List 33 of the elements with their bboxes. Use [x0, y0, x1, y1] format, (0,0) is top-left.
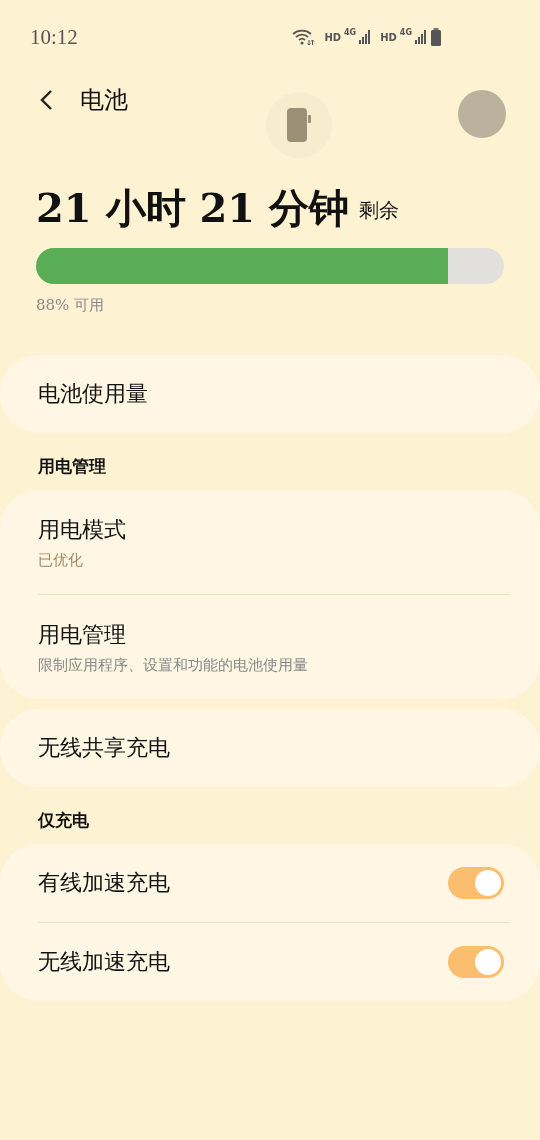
hd-label: HD — [380, 31, 397, 43]
item-title: 有线加速充电 — [38, 869, 170, 897]
settings-item[interactable]: 用电管理 限制应用程序、设置和功能的电池使用量 — [0, 595, 540, 699]
toggle-switch[interactable] — [448, 867, 504, 899]
avatar[interactable] — [458, 90, 506, 138]
signal-icon — [415, 30, 427, 44]
signal-icon — [359, 30, 372, 44]
item-title: 电池使用量 — [38, 380, 148, 408]
settings-item[interactable]: 电池使用量 — [0, 355, 540, 433]
network-type: 4G — [399, 28, 412, 37]
hd-label: HD — [324, 31, 342, 43]
settings-item[interactable]: 用电模式 已优化 — [0, 490, 540, 594]
section-heading: 用电管理 — [37, 455, 107, 478]
page-title: 电池 — [80, 85, 128, 116]
remaining-time: 21 小时 21 分钟 — [36, 186, 350, 230]
settings-item[interactable]: 无线共享充电 — [0, 709, 540, 787]
item-subtitle: 已优化 — [38, 550, 84, 570]
wifi-icon — [291, 28, 316, 46]
back-icon — [38, 88, 54, 112]
section-heading: 仅充电 — [37, 809, 90, 832]
settings-item[interactable]: 有线加速充电 — [0, 844, 540, 922]
toggle-switch[interactable] — [448, 946, 504, 978]
battery-icon — [430, 28, 442, 46]
status-time: 10:12 — [30, 24, 78, 50]
remaining-label: 剩余 — [359, 197, 400, 224]
item-title: 用电模式 — [38, 515, 126, 544]
item-title: 无线共享充电 — [38, 734, 170, 762]
item-title: 用电管理 — [38, 620, 127, 649]
item-title: 无线加速充电 — [38, 948, 170, 976]
network-type: 4G — [344, 28, 357, 37]
settings-item[interactable]: 无线加速充电 — [0, 923, 540, 1001]
battery-caption: 88% 可用 — [35, 295, 106, 315]
item-subtitle: 限制应用程序、设置和功能的电池使用量 — [38, 655, 308, 675]
